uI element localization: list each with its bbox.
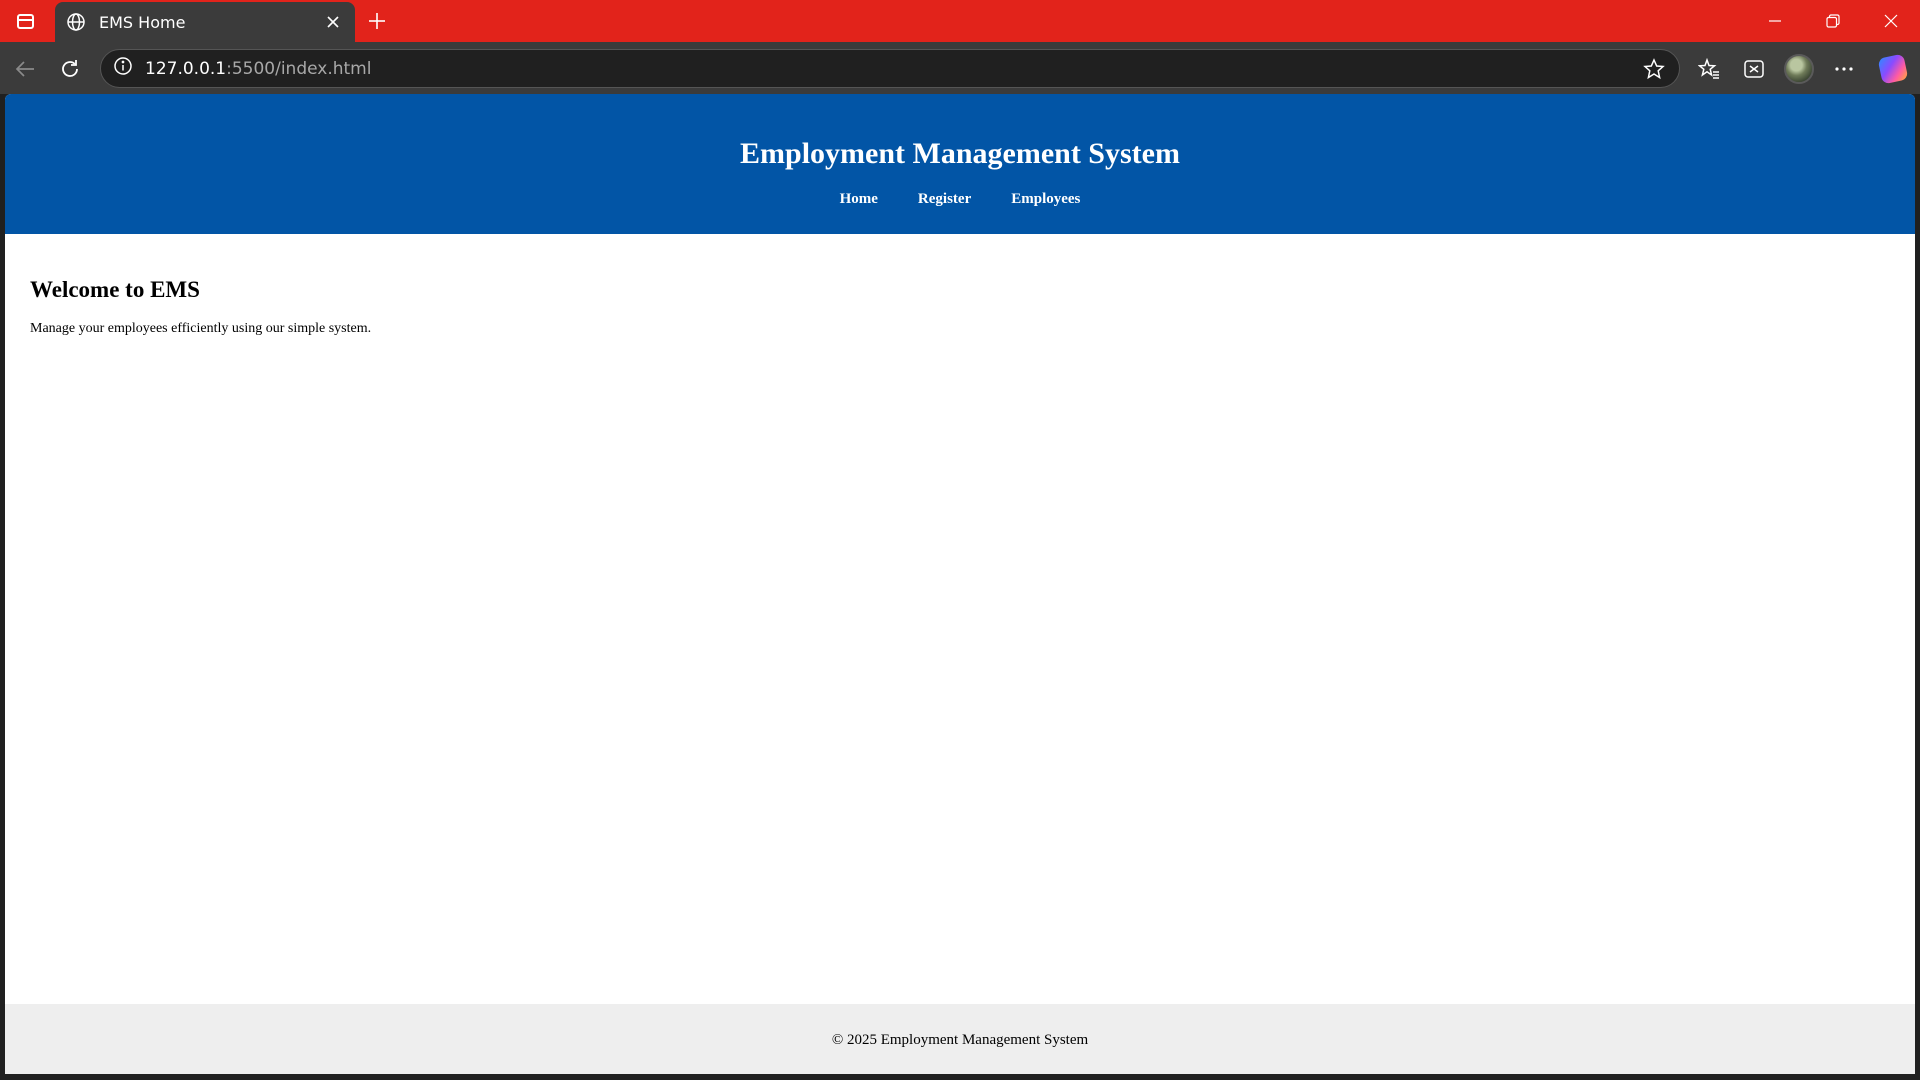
sidebar-icon xyxy=(16,13,34,29)
footer-text: © 2025 Employment Management System xyxy=(831,1032,1089,1048)
tab-strip: EMS Home xyxy=(0,0,1920,42)
refresh-button[interactable] xyxy=(53,52,87,86)
site-title: Employment Management System xyxy=(740,137,1180,170)
url-text[interactable]: 127.0.0.1:5500/index.html xyxy=(145,59,371,79)
copilot-button[interactable] xyxy=(1876,52,1910,86)
close-window-button[interactable] xyxy=(1862,0,1920,42)
new-tab-button[interactable] xyxy=(362,7,392,35)
more-icon xyxy=(1835,67,1853,71)
site-footer: © 2025 Employment Management System xyxy=(5,1004,1915,1074)
address-bar[interactable]: 127.0.0.1:5500/index.html xyxy=(100,49,1680,88)
tab-title: EMS Home xyxy=(99,12,186,32)
nav-link-register[interactable]: Register xyxy=(918,191,971,208)
info-icon[interactable] xyxy=(113,56,133,81)
close-icon[interactable] xyxy=(321,10,345,34)
page-viewport: Employment Management System Home Regist… xyxy=(5,94,1915,1074)
window-controls xyxy=(1746,0,1920,42)
back-button[interactable] xyxy=(8,52,42,86)
site-nav: Home Register Employees xyxy=(5,191,1915,208)
copilot-icon xyxy=(1877,53,1909,85)
avatar xyxy=(1784,54,1814,84)
restore-icon xyxy=(1826,14,1840,28)
url-host: 127.0.0.1 xyxy=(145,58,227,79)
minimize-icon xyxy=(1769,20,1781,22)
nav-link-home[interactable]: Home xyxy=(840,191,878,208)
sidebar-toggle-button[interactable] xyxy=(10,8,40,34)
welcome-heading: Welcome to EMS xyxy=(30,277,200,302)
browser-tab[interactable]: EMS Home xyxy=(55,2,355,42)
favorites-button[interactable] xyxy=(1692,52,1726,86)
close-icon xyxy=(1884,14,1898,28)
extensions-button[interactable] xyxy=(1737,52,1771,86)
extension-icon xyxy=(1744,60,1764,78)
nav-link-employees[interactable]: Employees xyxy=(1011,191,1080,208)
profile-button[interactable] xyxy=(1782,52,1816,86)
refresh-icon xyxy=(62,60,78,77)
welcome-text: Manage your employees efficiently using … xyxy=(30,321,372,336)
back-arrow-icon xyxy=(15,61,34,77)
main-content: Welcome to EMS Manage your employees eff… xyxy=(30,277,371,337)
favorite-button[interactable] xyxy=(1639,54,1669,84)
url-path: :5500/index.html xyxy=(226,58,372,79)
plus-icon xyxy=(369,13,385,29)
globe-icon xyxy=(65,11,87,33)
minimize-button[interactable] xyxy=(1746,0,1804,42)
restore-button[interactable] xyxy=(1804,0,1862,42)
browser-toolbar: 127.0.0.1:5500/index.html xyxy=(0,42,1920,94)
favorites-icon xyxy=(1698,58,1719,79)
more-button[interactable] xyxy=(1827,52,1861,86)
site-header: Employment Management System Home Regist… xyxy=(5,94,1915,234)
star-icon xyxy=(1643,58,1665,80)
